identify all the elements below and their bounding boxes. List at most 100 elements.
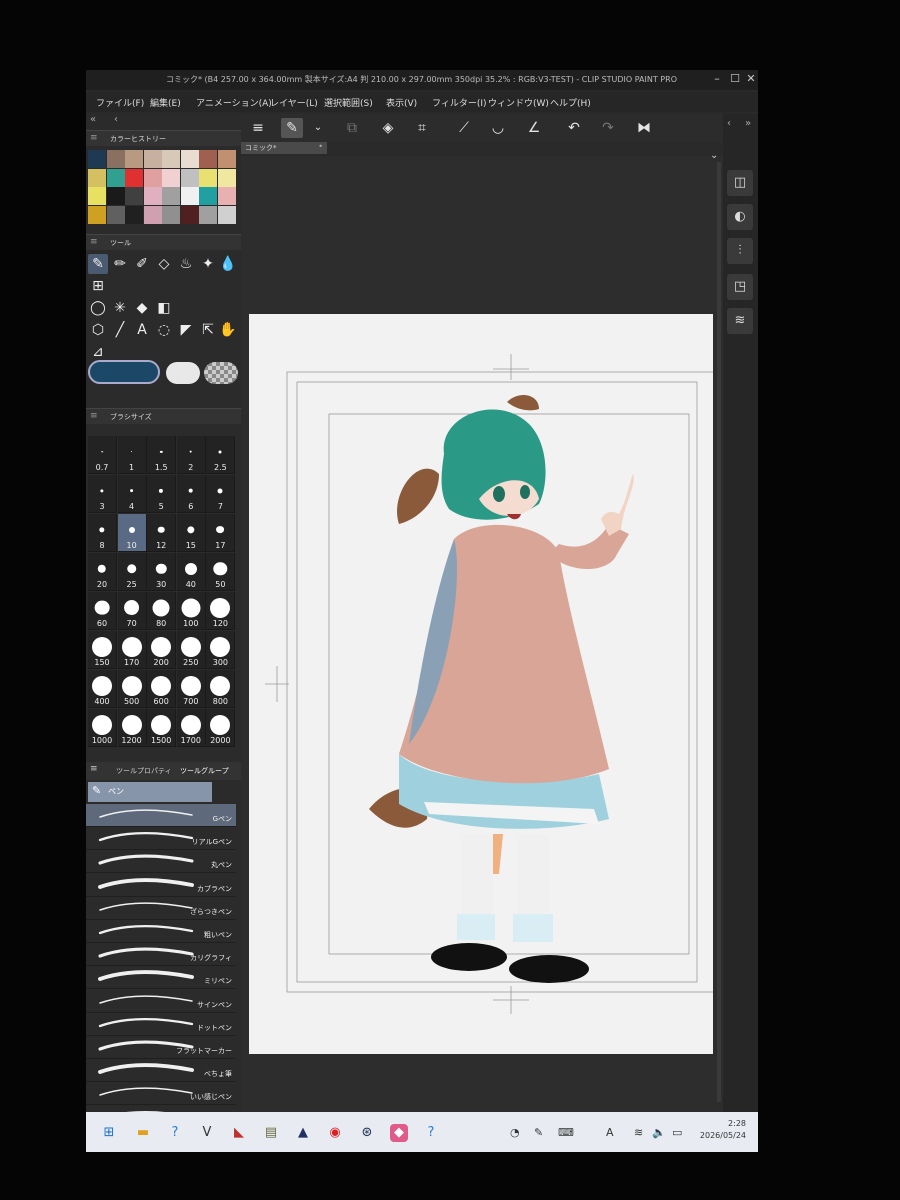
brush-size-cell[interactable]: 8 (88, 514, 117, 552)
clip-studio-alt-icon[interactable]: ? (422, 1124, 440, 1142)
brush-size-cell[interactable]: 0.7 (88, 436, 117, 474)
brush-size-cell[interactable]: 1 (117, 436, 147, 474)
color-swatch[interactable] (180, 150, 199, 168)
color-swatch[interactable] (88, 150, 106, 168)
vivaldi-icon[interactable]: ◉ (326, 1124, 344, 1142)
pen-item[interactable]: ドットペン (86, 1013, 236, 1036)
pen-item[interactable]: いい感じペン (86, 1082, 236, 1106)
brush-size-cell[interactable]: 300 (206, 631, 236, 669)
flash-line-tool-icon[interactable]: ◤ (176, 320, 196, 340)
language-icon[interactable]: A (606, 1126, 614, 1139)
expand-right-icon[interactable]: » (745, 118, 751, 129)
brush-size-cell[interactable]: 5 (147, 475, 177, 513)
active-tool-icon[interactable]: ✎ (281, 118, 303, 138)
tray-app-icon[interactable]: ◔ (510, 1126, 520, 1139)
brush-size-cell[interactable]: 1500 (147, 709, 177, 747)
brush-size-cell[interactable]: 6 (176, 475, 206, 513)
magic-wand-icon[interactable]: ✳ (110, 298, 130, 318)
brush-size-cell[interactable]: 25 (117, 553, 147, 591)
brush-size-cell[interactable]: 15 (176, 514, 206, 552)
color-swatch[interactable] (143, 168, 162, 187)
pen-item[interactable]: 粗いペン (86, 920, 236, 943)
pencil-tool-icon[interactable]: ✏ (110, 254, 130, 274)
canvas-area[interactable] (241, 156, 723, 1112)
notes-icon[interactable]: ▤ (262, 1124, 280, 1142)
color-swatch[interactable] (162, 150, 180, 168)
pen-item[interactable]: フラットマーカー (86, 1036, 236, 1059)
gradient-tool-icon[interactable]: ◧ (154, 298, 174, 318)
color-swatch[interactable] (125, 205, 143, 224)
blend-tool-icon[interactable]: 💧 (218, 254, 238, 274)
brush-size-cell[interactable]: 17 (206, 514, 236, 552)
clip-studio-icon[interactable]: ? (166, 1124, 184, 1142)
pen-item[interactable]: 丸ペン (86, 850, 236, 874)
brush-size-cell[interactable]: 1700 (176, 709, 206, 747)
brush-size-cell[interactable]: 40 (176, 553, 206, 591)
steam-icon[interactable]: ⊛ (358, 1124, 376, 1142)
color-swatch[interactable] (143, 150, 162, 168)
color-swatch[interactable] (217, 187, 236, 205)
minimize-icon[interactable]: – (710, 72, 724, 86)
brush-size-cell[interactable]: 2000 (206, 709, 236, 747)
color-swatch[interactable] (125, 168, 143, 187)
brush-size-cell[interactable]: 200 (147, 631, 177, 669)
chevron-left-icon[interactable]: ‹ (114, 114, 118, 125)
color-swatch[interactable] (162, 168, 180, 187)
brush-size-cell[interactable]: 80 (147, 592, 177, 630)
pen-item[interactable]: べちょ筆 (86, 1059, 236, 1083)
brush-size-cell[interactable]: 12 (147, 514, 177, 552)
text-tool-icon[interactable]: A (132, 320, 152, 340)
menu-icon[interactable]: ≡ (90, 133, 98, 143)
layer-property-icon[interactable]: ◳ (727, 274, 753, 300)
color-mixing-icon[interactable]: ◐ (727, 204, 753, 230)
brush-size-cell[interactable]: 500 (117, 670, 147, 708)
fill-icon[interactable]: ◈ (377, 118, 399, 138)
transform-icon[interactable]: ⌗ (411, 118, 433, 138)
battery-icon[interactable]: ▭ (672, 1126, 682, 1139)
color-swatch[interactable] (217, 168, 236, 187)
tool-b-icon[interactable]: ◡ (487, 118, 509, 138)
color-swatch[interactable] (217, 150, 236, 168)
pen-item[interactable]: ざらつきペン (86, 897, 236, 920)
color-swatch[interactable] (217, 205, 236, 224)
color-swatch[interactable] (199, 150, 217, 168)
subtool-group-header[interactable]: ✎ ペン (88, 782, 212, 802)
color-swatch[interactable] (180, 168, 199, 187)
brush-size-cell[interactable]: 7 (206, 475, 236, 513)
vertical-scrollbar[interactable] (717, 162, 721, 1102)
color-swatch[interactable] (143, 187, 162, 205)
balloon-tool-icon[interactable]: ◌ (154, 320, 174, 340)
collapse-left-icon[interactable]: « (90, 114, 96, 125)
brush-size-cell[interactable]: 120 (206, 592, 236, 630)
color-history-header[interactable]: ≡ カラーヒストリー (86, 130, 241, 146)
airbrush-tool-icon[interactable]: ♨ (176, 254, 196, 274)
color-swatch[interactable] (88, 205, 106, 224)
lasso-tool-icon[interactable]: ◯ (88, 298, 108, 318)
keyboard-icon[interactable]: ⌨ (558, 1126, 574, 1139)
pen-item[interactable]: カリグラフィ (86, 943, 236, 967)
menu-selection[interactable]: 選択範囲(S) (324, 96, 373, 109)
copy-icon[interactable]: ⧉ (341, 118, 363, 138)
brush-size-cell[interactable]: 1200 (117, 709, 147, 747)
object-tool-icon[interactable]: ⬡ (88, 320, 108, 340)
brush-tool-icon[interactable]: ✐ (132, 254, 152, 274)
brush-size-cell[interactable]: 50 (206, 553, 236, 591)
tool-header[interactable]: ≡ ツール (86, 234, 241, 250)
color-swatch[interactable] (106, 205, 125, 224)
pen-item[interactable]: サインペン (86, 990, 236, 1013)
wifi-icon[interactable]: ≋ (634, 1126, 643, 1139)
brush-size-cell[interactable]: 20 (88, 553, 117, 591)
color-swatch[interactable] (143, 205, 162, 224)
brush-size-cell[interactable]: 70 (117, 592, 147, 630)
menu-file[interactable]: ファイル(F) (96, 96, 144, 109)
maximize-icon[interactable]: ☐ (728, 72, 742, 86)
brush-size-cell[interactable]: 600 (147, 670, 177, 708)
color-swatch[interactable] (180, 187, 199, 205)
line-tool-icon[interactable]: ╱ (110, 320, 130, 340)
brush-size-cell[interactable]: 170 (117, 631, 147, 669)
color-swatch[interactable] (88, 168, 106, 187)
menu-help[interactable]: ヘルプ(H) (550, 96, 591, 109)
document-tab[interactable]: コミック* • (241, 142, 327, 154)
menu-icon[interactable]: ≡ (90, 237, 98, 247)
tool-a-icon[interactable]: ⟋ (453, 118, 475, 138)
